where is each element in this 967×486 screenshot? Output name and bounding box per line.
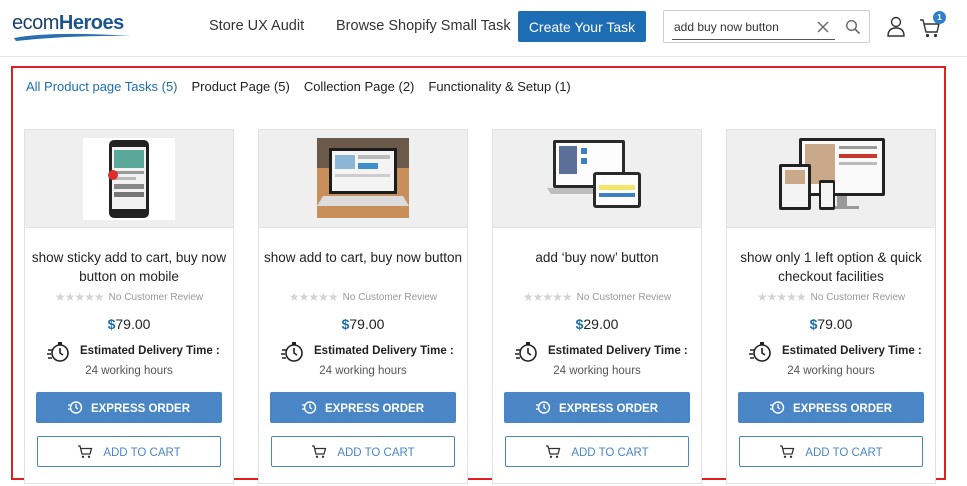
express-icon [535, 401, 551, 414]
product-task-section: All Product page Tasks (5) Product Page (… [11, 66, 946, 484]
add-to-cart-button[interactable]: ADD TO CART [505, 436, 689, 467]
delivery-time: 24 working hours [319, 365, 407, 377]
nav-store-ux-audit[interactable]: Store UX Audit [209, 18, 304, 34]
cart-icon [780, 445, 795, 458]
tab-collection-page[interactable]: Collection Page (2) [304, 79, 415, 94]
logo-swoosh-icon [14, 33, 130, 41]
delivery-label: Estimated Delivery Time : [80, 345, 220, 357]
site-header: ecomHeroes Store UX Audit Browse Shopify… [0, 0, 967, 57]
stopwatch-icon [281, 342, 303, 362]
product-price: $29.00 [575, 316, 619, 332]
delivery-time: 24 working hours [85, 365, 173, 377]
product-card: show add to cart, buy now button ★★★★★ No… [258, 129, 468, 484]
star-icon: ★★★★★ [288, 290, 339, 304]
product-price: $79.00 [809, 316, 853, 332]
rating: ★★★★★ No Customer Review [288, 290, 438, 304]
cart-button[interactable]: 1 [919, 11, 949, 40]
stopwatch-icon [749, 342, 771, 362]
close-icon[interactable] [815, 19, 831, 35]
add-to-cart-button[interactable]: ADD TO CART [739, 436, 923, 467]
create-task-button[interactable]: Create Your Task [518, 11, 646, 42]
add-to-cart-button[interactable]: ADD TO CART [271, 436, 455, 467]
tab-all-product-page-tasks[interactable]: All Product page Tasks (5) [26, 79, 178, 94]
express-icon [67, 401, 83, 414]
cart-icon [78, 445, 93, 458]
product-card: add ‘buy now’ button ★★★★★ No Customer Re… [492, 129, 702, 484]
delivery-time: 24 working hours [787, 365, 875, 377]
delivery-label: Estimated Delivery Time : [314, 345, 454, 357]
category-tabs: All Product page Tasks (5) Product Page (… [26, 78, 585, 98]
product-image[interactable] [259, 130, 467, 228]
stopwatch-icon [515, 342, 537, 362]
search-icon[interactable] [845, 19, 861, 35]
rating: ★★★★★ No Customer Review [756, 290, 906, 304]
rating: ★★★★★ No Customer Review [522, 290, 672, 304]
search-underline [672, 39, 835, 40]
cart-count-badge: 1 [933, 11, 946, 24]
product-title[interactable]: add ‘buy now’ button [495, 248, 699, 267]
product-title[interactable]: show only 1 left option & quick checkout… [729, 248, 933, 286]
express-order-button[interactable]: EXPRESS ORDER [504, 392, 690, 423]
express-order-button[interactable]: EXPRESS ORDER [270, 392, 456, 423]
express-order-button[interactable]: EXPRESS ORDER [36, 392, 222, 423]
express-order-button[interactable]: EXPRESS ORDER [738, 392, 924, 423]
delivery-time: 24 working hours [553, 365, 641, 377]
product-price: $79.00 [341, 316, 385, 332]
logo[interactable]: ecomHeroes [12, 10, 132, 41]
nav-browse-small-task[interactable]: Browse Shopify Small Task [336, 18, 511, 34]
phone-mockup-image [83, 138, 175, 220]
tab-product-page[interactable]: Product Page (5) [192, 79, 290, 94]
rating: ★★★★★ No Customer Review [54, 290, 204, 304]
star-icon: ★★★★★ [522, 290, 573, 304]
search-input[interactable] [674, 17, 809, 37]
multi-device-mockup-image [779, 138, 885, 210]
star-icon: ★★★★★ [54, 290, 105, 304]
delivery-label: Estimated Delivery Time : [548, 345, 688, 357]
express-icon [301, 401, 317, 414]
search-box [663, 10, 870, 43]
product-title[interactable]: show sticky add to cart, buy now button … [27, 248, 231, 286]
product-price: $79.00 [107, 316, 151, 332]
product-image[interactable] [727, 130, 935, 228]
laptop-photo-image [317, 138, 409, 218]
product-image[interactable] [493, 130, 701, 228]
user-icon[interactable] [886, 16, 906, 37]
express-icon [769, 401, 785, 414]
cart-icon [546, 445, 561, 458]
product-card: show sticky add to cart, buy now button … [24, 129, 234, 484]
stopwatch-icon [47, 342, 69, 362]
product-image[interactable] [25, 130, 233, 228]
add-to-cart-button[interactable]: ADD TO CART [37, 436, 221, 467]
product-card: show only 1 left option & quick checkout… [726, 129, 936, 484]
tab-functionality-setup[interactable]: Functionality & Setup (1) [428, 79, 570, 94]
delivery-label: Estimated Delivery Time : [782, 345, 922, 357]
cart-icon [312, 445, 327, 458]
product-title[interactable]: show add to cart, buy now button [261, 248, 465, 267]
laptop-tablet-mockup-image [547, 140, 641, 208]
star-icon: ★★★★★ [756, 290, 807, 304]
